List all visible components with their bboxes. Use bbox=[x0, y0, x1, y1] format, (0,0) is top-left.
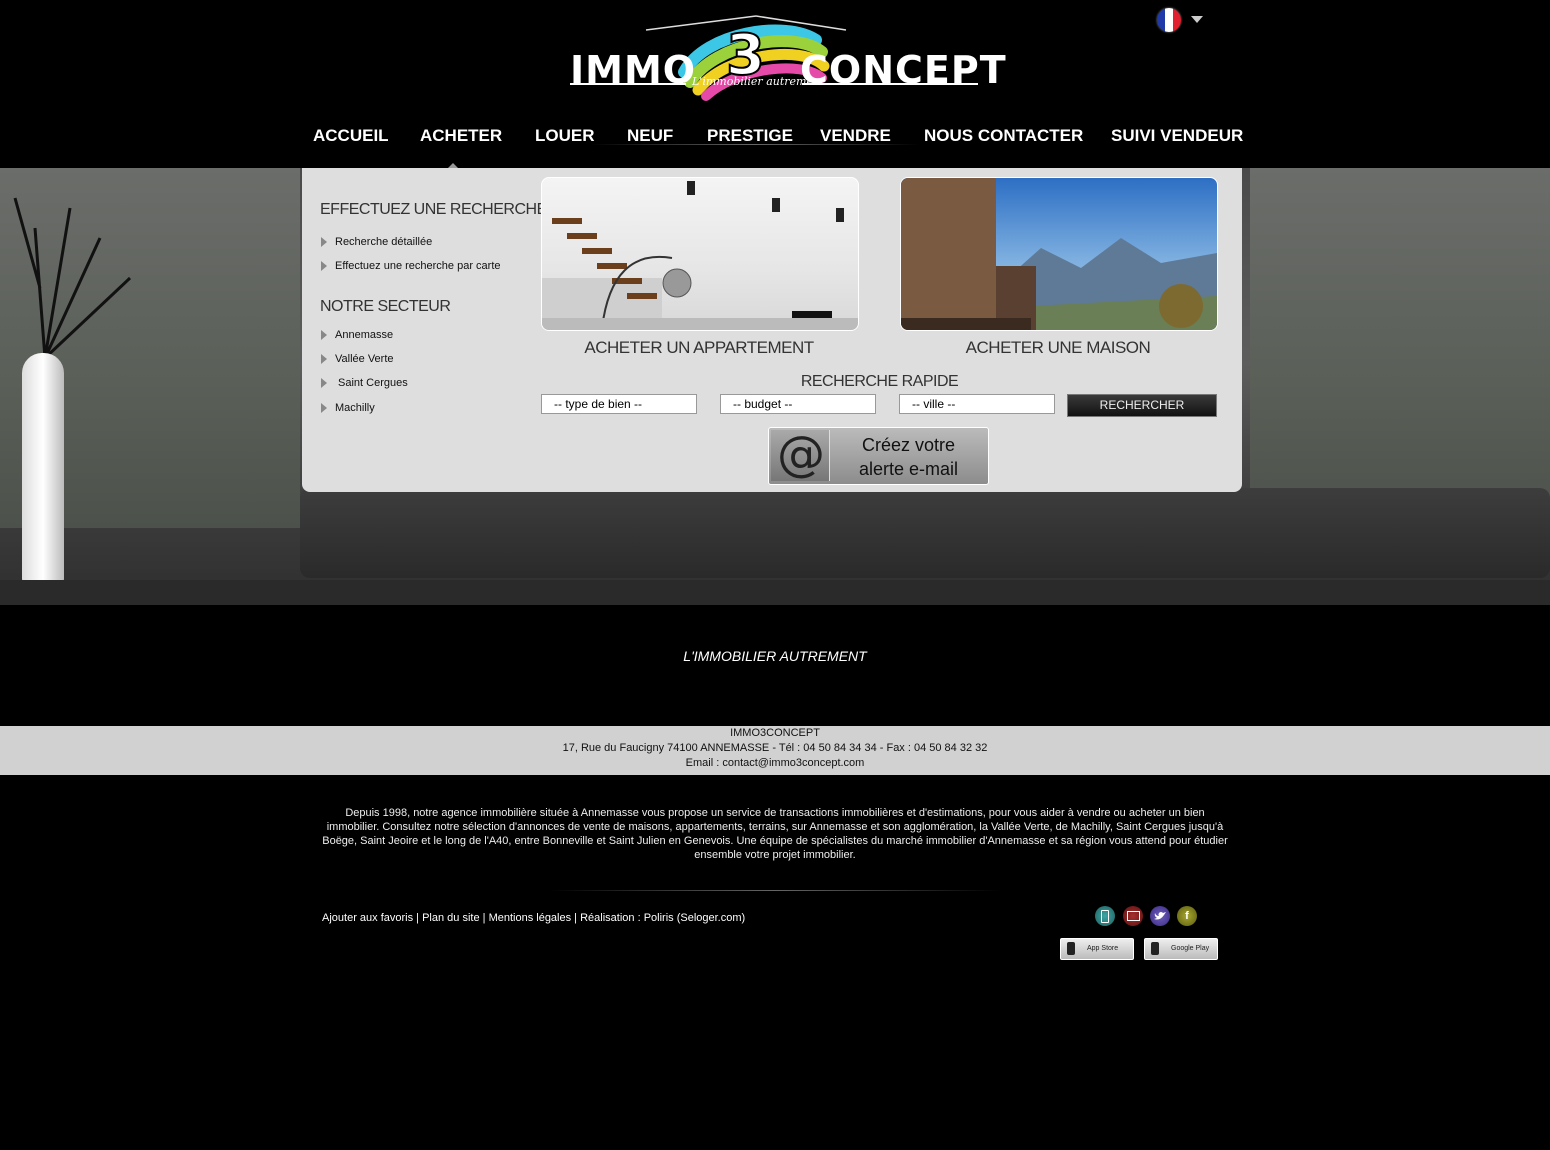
nav-item-vendre[interactable]: VENDRE bbox=[820, 126, 891, 146]
contact-bar: IMMO3CONCEPT 17, Rue du Faucigny 74100 A… bbox=[0, 726, 1550, 775]
facebook-icon[interactable]: f bbox=[1177, 906, 1197, 926]
search-section-title: EFFECTUEZ UNE RECHERCHE bbox=[320, 201, 547, 218]
hero-vase bbox=[22, 353, 64, 583]
hero-window-right bbox=[1250, 168, 1550, 528]
card-appartement-photo[interactable] bbox=[541, 177, 859, 331]
email-alert-line1: Créez votre bbox=[861, 435, 956, 455]
email-alert-label: Créez votre alerte e-mail bbox=[831, 433, 986, 481]
contact-address: 17, Rue du Faucigny 74100 ANNEMASSE - Té… bbox=[562, 742, 988, 754]
app-store-label: App Store bbox=[1087, 945, 1119, 952]
arrow-right-icon bbox=[321, 261, 327, 271]
footer-divider bbox=[550, 890, 1000, 891]
link-realisation[interactable]: Réalisation : Poliris (Seloger.com) bbox=[580, 912, 745, 924]
chevron-down-icon bbox=[1191, 16, 1203, 23]
email-alert-line2: alerte e-mail bbox=[858, 459, 959, 479]
arrow-right-icon bbox=[321, 330, 327, 340]
card-appartement-label[interactable]: ACHETER UN APPARTEMENT bbox=[540, 338, 858, 358]
apple-icon bbox=[1067, 942, 1075, 955]
footer-links: Ajouter aux favoris | Plan du site | Men… bbox=[322, 912, 746, 924]
budget-select[interactable]: -- budget -- bbox=[720, 394, 876, 414]
type-de-bien-select[interactable]: -- type de bien -- bbox=[541, 394, 697, 414]
link-plan-du-site[interactable]: Plan du site bbox=[422, 912, 479, 924]
nav-item-accueil[interactable]: ACCUEIL bbox=[313, 126, 389, 146]
arrow-right-icon bbox=[321, 237, 327, 247]
google-play-label: Google Play bbox=[1171, 945, 1210, 952]
nav-item-louer[interactable]: LOUER bbox=[535, 126, 595, 146]
sector-section-title: NOTRE SECTEUR bbox=[320, 298, 451, 315]
at-sign-icon: @ bbox=[771, 426, 830, 482]
logo-word-left: IMMO bbox=[570, 48, 697, 92]
google-play-badge[interactable]: Google Play bbox=[1144, 938, 1218, 960]
card-maison-photo[interactable] bbox=[900, 177, 1218, 331]
android-icon bbox=[1151, 942, 1159, 955]
slogan: L'IMMOBILIER AUTREMENT bbox=[683, 648, 867, 664]
main-nav: ACCUEIL ACHETER LOUER NEUF PRESTIGE VEND… bbox=[0, 118, 1550, 169]
about-text: Depuis 1998, notre agence immobilière si… bbox=[322, 807, 1228, 861]
arrow-right-icon bbox=[321, 354, 327, 364]
hero-sofa bbox=[300, 488, 1550, 578]
twitter-icon[interactable] bbox=[1150, 906, 1170, 926]
mobile-icon[interactable] bbox=[1095, 906, 1115, 926]
search-panel: EFFECTUEZ UNE RECHERCHE Recherche détail… bbox=[302, 168, 1242, 492]
card-maison-label[interactable]: ACHETER UNE MAISON bbox=[899, 338, 1217, 358]
quick-search-title: RECHERCHE RAPIDE bbox=[800, 373, 959, 390]
contact-name: IMMO3CONCEPT bbox=[730, 727, 820, 739]
nav-item-suivi-vendeur[interactable]: SUIVI VENDEUR bbox=[1111, 126, 1243, 146]
ville-select[interactable]: -- ville -- bbox=[899, 394, 1055, 414]
contact-email[interactable]: Email : contact@immo3concept.com bbox=[0, 756, 1550, 771]
logo-tagline: L'immobilier autrement bbox=[692, 75, 825, 88]
link-recherche-detaillee[interactable]: Recherche détaillée bbox=[335, 236, 432, 248]
tv-icon[interactable] bbox=[1123, 906, 1143, 926]
link-vallee-verte[interactable]: Vallée Verte bbox=[335, 353, 394, 365]
link-recherche-carte[interactable]: Effectuez une recherche par carte bbox=[335, 260, 501, 272]
header: 3 IMMO CONCEPT L'immobilier autrement AC… bbox=[0, 0, 1550, 169]
link-machilly[interactable]: Machilly bbox=[335, 402, 375, 414]
flag-fr-icon bbox=[1157, 8, 1181, 32]
link-mentions-legales[interactable]: Mentions légales bbox=[489, 912, 572, 924]
language-selector[interactable] bbox=[1155, 7, 1211, 35]
nav-item-nous-contacter[interactable]: NOUS CONTACTER bbox=[924, 126, 1083, 146]
nav-divider bbox=[590, 144, 920, 145]
nav-item-prestige[interactable]: PRESTIGE bbox=[707, 126, 793, 146]
nav-item-acheter[interactable]: ACHETER bbox=[420, 126, 502, 146]
hero-floor bbox=[0, 580, 1550, 605]
app-store-badge[interactable]: App Store bbox=[1060, 938, 1134, 960]
link-annemasse[interactable]: Annemasse bbox=[335, 329, 393, 341]
arrow-right-icon bbox=[321, 403, 327, 413]
nav-item-neuf[interactable]: NEUF bbox=[627, 126, 673, 146]
appartement-image bbox=[542, 181, 858, 330]
search-button[interactable]: RECHERCHER bbox=[1067, 394, 1217, 417]
logo[interactable]: 3 IMMO CONCEPT L'immobilier autrement bbox=[566, 12, 1006, 104]
logo-word-right: CONCEPT bbox=[800, 48, 1007, 92]
maison-image bbox=[901, 178, 1217, 330]
email-alert-button[interactable]: @ Créez votre alerte e-mail bbox=[768, 426, 989, 485]
link-ajouter-favoris[interactable]: Ajouter aux favoris bbox=[322, 912, 413, 924]
